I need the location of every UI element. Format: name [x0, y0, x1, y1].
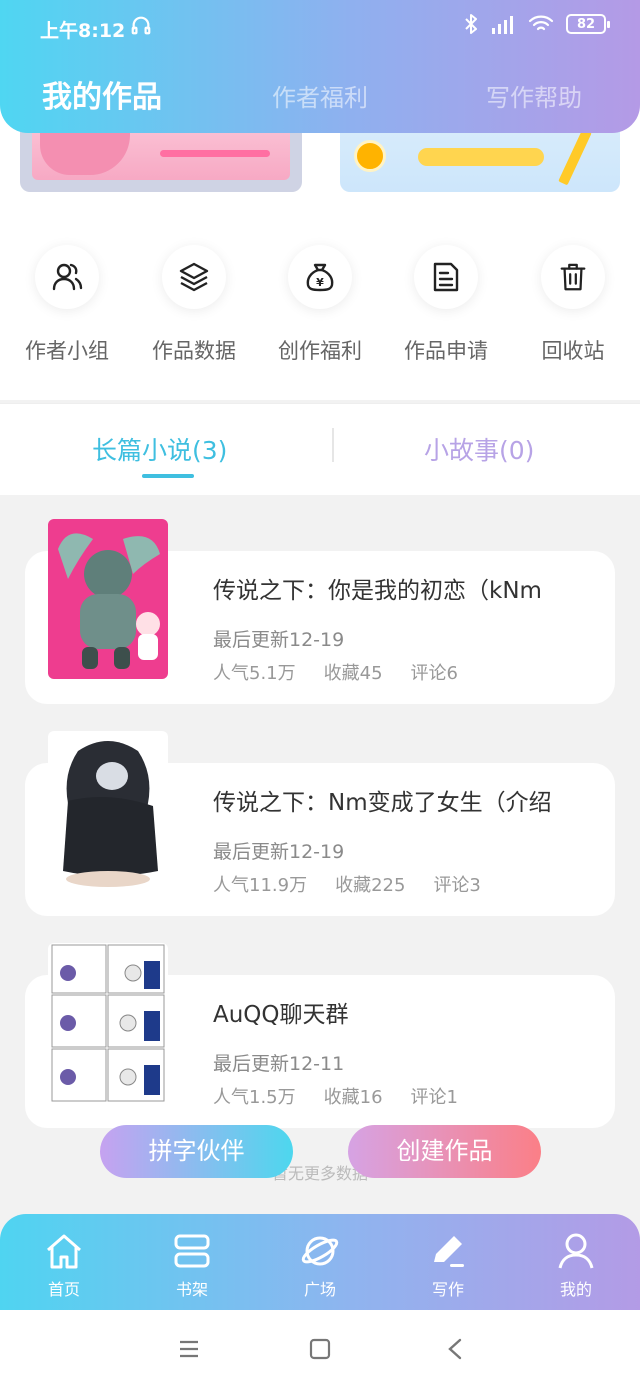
alarm-clock-icon — [354, 140, 386, 172]
create-work-button[interactable]: 创建作品 — [348, 1125, 541, 1178]
menu-icon[interactable] — [176, 1336, 202, 1362]
menu-recycle-bin[interactable]: 回收站 — [518, 245, 628, 365]
status-time: 上午8:12 — [40, 20, 126, 42]
banner-left-bar — [160, 150, 270, 157]
nav-write[interactable]: 写作 — [398, 1226, 498, 1300]
bookshelf-icon — [174, 1234, 210, 1268]
pencil-illustration — [558, 128, 592, 186]
work-favorites: 收藏16 — [323, 1087, 383, 1108]
document-icon — [414, 245, 478, 309]
menu-work-apply[interactable]: 作品申请 — [391, 245, 501, 365]
menu-author-group[interactable]: 作者小组 — [12, 245, 122, 365]
nav-label: 首页 — [47, 1280, 80, 1299]
system-nav-bar — [0, 1310, 640, 1387]
menu-label: 作品申请 — [404, 339, 488, 363]
work-type-tabs: 长篇小说(3) 小故事(0) — [0, 403, 640, 495]
work-cover[interactable] — [48, 943, 168, 1103]
tab-writing-help[interactable]: 写作帮助 — [486, 78, 582, 113]
work-popularity: 人气1.5万 — [213, 1087, 296, 1108]
bluetooth-icon — [465, 14, 477, 34]
nav-label: 写作 — [431, 1280, 464, 1299]
battery-indicator: 82 — [566, 14, 610, 34]
work-updated: 最后更新12-11 — [213, 1053, 345, 1075]
work-title: AuQQ聊天群 — [213, 1002, 349, 1028]
wifi-icon — [528, 15, 554, 31]
work-stats: 人气11.9万 收藏225 评论3 — [213, 871, 509, 897]
work-comments: 评论6 — [410, 663, 458, 684]
active-tab-indicator — [142, 474, 194, 478]
nav-mine[interactable]: 我的 — [526, 1226, 626, 1300]
work-comments: 评论1 — [410, 1087, 458, 1108]
menu-work-data[interactable]: 作品数据 — [139, 245, 249, 365]
home-square-icon[interactable] — [307, 1336, 333, 1362]
work-title: 传说之下：Nm变成了女生（介绍 — [213, 790, 552, 816]
nav-bookshelf[interactable]: 书架 — [142, 1226, 242, 1300]
headset-icon — [131, 16, 151, 35]
work-favorites: 收藏225 — [335, 875, 406, 896]
partner-button[interactable]: 拼字伙伴 — [100, 1125, 293, 1178]
group-icon — [35, 245, 99, 309]
nav-square[interactable]: 广场 — [270, 1226, 370, 1300]
work-stats: 人气1.5万 收藏16 评论1 — [213, 1083, 486, 1109]
signal-icon — [492, 16, 513, 34]
work-comments: 评论3 — [433, 875, 481, 896]
status-icons: 82 — [464, 14, 610, 34]
user-icon — [558, 1233, 594, 1269]
planet-icon — [301, 1236, 339, 1266]
banner-right-chip — [418, 148, 544, 166]
menu-label: 创作福利 — [278, 339, 362, 363]
back-icon[interactable] — [442, 1336, 468, 1362]
work-title: 传说之下：你是我的初恋（kNm — [213, 578, 542, 604]
bottom-nav: 首页 书架 广场 写作 我的 — [0, 1214, 640, 1310]
tab-my-works[interactable]: 我的作品 — [42, 72, 162, 116]
home-icon — [47, 1234, 81, 1269]
menu-creation-benefits[interactable]: ¥ 创作福利 — [265, 245, 375, 365]
work-cover[interactable] — [48, 731, 168, 891]
work-stats: 人气5.1万 收藏45 评论6 — [213, 659, 486, 685]
money-bag-icon: ¥ — [288, 245, 352, 309]
svg-text:¥: ¥ — [316, 276, 324, 289]
tab-divider — [332, 428, 334, 462]
nav-label: 我的 — [559, 1280, 592, 1299]
no-more-data: 暂无更多数据 — [271, 1164, 368, 1183]
work-cover[interactable] — [48, 519, 168, 679]
work-favorites: 收藏45 — [323, 663, 383, 684]
menu-label: 作品数据 — [152, 339, 236, 363]
menu-label: 回收站 — [541, 339, 605, 363]
work-updated: 最后更新12-19 — [213, 841, 345, 863]
banner-area: 作者小组 作品数据 ¥ 创作福利 作品申请 回收站 — [0, 100, 640, 400]
pen-icon — [434, 1236, 464, 1267]
tab-long-novel[interactable]: 长篇小说(3) — [92, 431, 227, 467]
layers-icon — [162, 245, 226, 309]
nav-label: 书架 — [175, 1280, 208, 1299]
tab-short-story[interactable]: 小故事(0) — [424, 431, 534, 467]
header: 上午8:12 82 我的作品 作者福利 写作帮助 — [0, 0, 640, 133]
nav-home[interactable]: 首页 — [14, 1226, 114, 1300]
menu-label: 作者小组 — [25, 339, 109, 363]
work-popularity: 人气11.9万 — [213, 875, 308, 896]
work-popularity: 人气5.1万 — [213, 663, 296, 684]
nav-label: 广场 — [303, 1280, 336, 1299]
trash-icon — [541, 245, 605, 309]
tab-author-benefits[interactable]: 作者福利 — [272, 78, 368, 113]
work-updated: 最后更新12-19 — [213, 629, 345, 651]
